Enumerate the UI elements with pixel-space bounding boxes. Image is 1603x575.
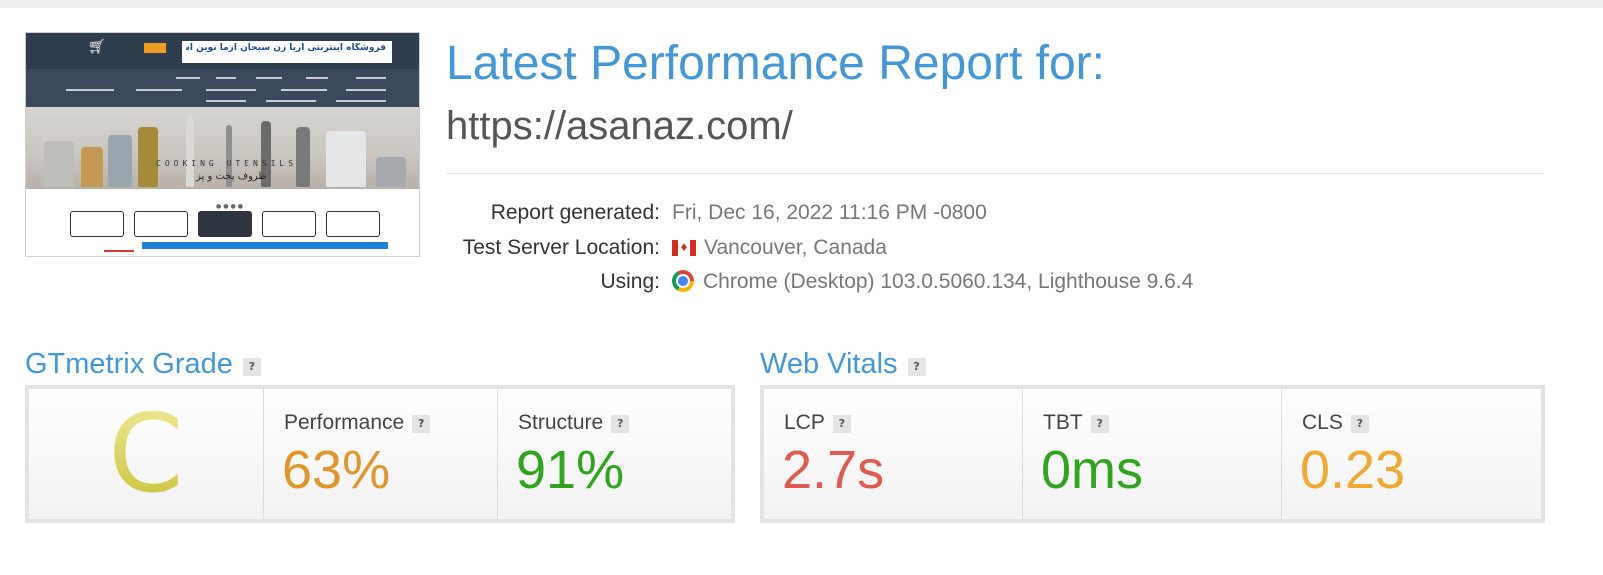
grade-cell: C bbox=[29, 389, 263, 519]
web-vitals-panel: LCP? 2.7s TBT? 0ms CLS? 0.23 bbox=[760, 385, 1545, 523]
gtmetrix-grade-heading: GTmetrix Grade? bbox=[25, 348, 261, 381]
cls-label-wrap: CLS? bbox=[1302, 411, 1369, 435]
thumbnail-hero-title: COOKING UTENSILS bbox=[156, 159, 298, 168]
thumbnail-slider-dots: ●●●● bbox=[216, 203, 245, 210]
lcp-value: 2.7s bbox=[782, 440, 885, 500]
structure-label-wrap: Structure? bbox=[518, 411, 630, 435]
tbt-cell: TBT? 0ms bbox=[1022, 389, 1281, 519]
thumbnail-feature-box bbox=[262, 211, 316, 237]
cart-icon: 🛒︎ bbox=[88, 39, 106, 55]
report-title: Latest Performance Report for: bbox=[446, 37, 1105, 90]
gtmetrix-grade-title: GTmetrix Grade bbox=[25, 348, 233, 380]
tbt-label: TBT bbox=[1043, 411, 1083, 434]
performance-cell: Performance? 63% bbox=[263, 389, 497, 519]
structure-cell: Structure? 91% bbox=[497, 389, 731, 519]
performance-label-wrap: Performance? bbox=[284, 411, 431, 435]
cls-label: CLS bbox=[1302, 411, 1343, 434]
header-divider bbox=[446, 173, 1544, 174]
structure-label: Structure bbox=[518, 411, 604, 434]
top-strip bbox=[0, 0, 1603, 8]
question-mark-icon[interactable]: ? bbox=[832, 415, 851, 433]
using-value-wrap: Chrome (Desktop) 103.0.5060.134, Lightho… bbox=[672, 270, 1193, 294]
question-mark-icon[interactable]: ? bbox=[412, 415, 431, 433]
tbt-value: 0ms bbox=[1041, 440, 1144, 500]
site-screenshot-thumbnail[interactable]: فروشگاه اینترنتی آریا زن سبحان آزما نوین… bbox=[25, 32, 420, 257]
thumbnail-feature-box bbox=[326, 211, 380, 237]
thumbnail-hero-subtitle: ظروف پخت و پز bbox=[196, 171, 267, 182]
structure-value: 91% bbox=[516, 440, 625, 500]
test-location-row: Test Server Location: Vancouver, Canada bbox=[446, 236, 1346, 266]
question-mark-icon[interactable]: ? bbox=[907, 358, 926, 376]
thumbnail-blue-bar bbox=[142, 242, 388, 249]
report-generated-label: Report generated: bbox=[490, 201, 660, 224]
question-mark-icon[interactable]: ? bbox=[1350, 415, 1369, 433]
lcp-cell: LCP? 2.7s bbox=[764, 389, 1022, 519]
canada-flag-icon bbox=[672, 239, 696, 256]
report-generated-value: Fri, Dec 16, 2022 11:16 PM -0800 bbox=[672, 201, 987, 224]
thumbnail-feature-box bbox=[198, 211, 252, 237]
thumbnail-feature-box bbox=[134, 211, 188, 237]
thumbnail-menu bbox=[26, 69, 419, 107]
performance-label: Performance bbox=[284, 411, 405, 434]
web-vitals-title: Web Vitals bbox=[760, 348, 898, 380]
grade-letter: C bbox=[29, 395, 263, 515]
report-url[interactable]: https://asanaz.com/ bbox=[446, 104, 793, 149]
thumbnail-feature-box bbox=[70, 211, 124, 237]
gtmetrix-grade-panel: C Performance? 63% Structure? 91% bbox=[25, 385, 735, 523]
using-row: Using: Chrome (Desktop) 103.0.5060.134, … bbox=[446, 270, 1346, 300]
test-location-value: Vancouver, Canada bbox=[704, 236, 887, 259]
thumbnail-search-button bbox=[144, 43, 166, 53]
test-location-value-wrap: Vancouver, Canada bbox=[672, 236, 887, 260]
test-location-label: Test Server Location: bbox=[462, 236, 660, 259]
lcp-label: LCP bbox=[784, 411, 825, 434]
lcp-label-wrap: LCP? bbox=[784, 411, 851, 435]
cls-value: 0.23 bbox=[1300, 440, 1406, 500]
question-mark-icon[interactable]: ? bbox=[611, 415, 630, 433]
report-generated-row: Report generated: Fri, Dec 16, 2022 11:1… bbox=[446, 201, 1346, 231]
performance-value: 63% bbox=[282, 440, 391, 500]
using-label: Using: bbox=[600, 270, 660, 293]
tbt-label-wrap: TBT? bbox=[1043, 411, 1109, 435]
thumbnail-red-line bbox=[104, 250, 134, 252]
using-value: Chrome (Desktop) 103.0.5060.134, Lightho… bbox=[703, 270, 1194, 293]
web-vitals-heading: Web Vitals? bbox=[760, 348, 926, 381]
cls-cell: CLS? 0.23 bbox=[1281, 389, 1541, 519]
thumbnail-banner-text: فروشگاه اینترنتی آریا زن سبحان آزما نوین… bbox=[186, 43, 386, 53]
question-mark-icon[interactable]: ? bbox=[1090, 415, 1109, 433]
chrome-icon bbox=[672, 270, 694, 292]
question-mark-icon[interactable]: ? bbox=[242, 358, 261, 376]
